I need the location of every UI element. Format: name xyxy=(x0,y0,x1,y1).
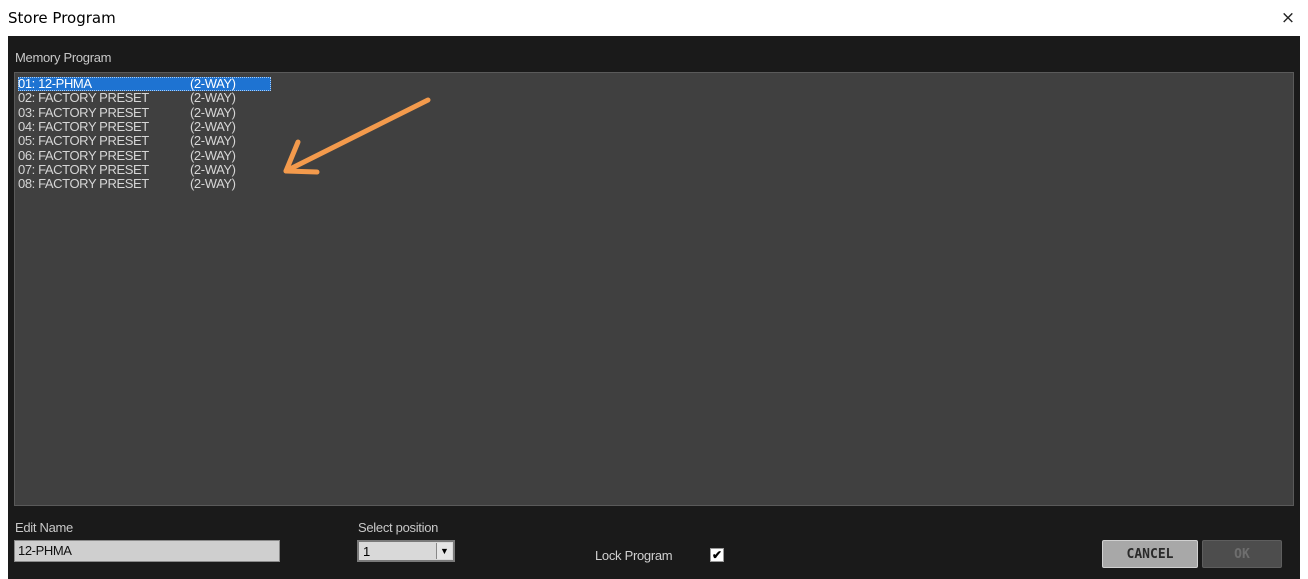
cancel-button[interactable]: CANCEL xyxy=(1102,540,1198,568)
list-item[interactable]: 06: FACTORY PRESET (2-WAY) xyxy=(18,147,236,163)
list-item[interactable]: 02: FACTORY PRESET (2-WAY) xyxy=(18,91,236,105)
program-name: 05: FACTORY PRESET xyxy=(18,133,149,149)
program-type: (2-WAY) xyxy=(190,161,236,177)
program-type: (2-WAY) xyxy=(190,133,236,149)
list-item[interactable]: 03: FACTORY PRESET (2-WAY) xyxy=(18,104,236,120)
program-name: 04: FACTORY PRESET xyxy=(18,118,149,134)
list-item[interactable]: 05: FACTORY PRESET (2-WAY) xyxy=(18,134,236,148)
memory-program-label: Memory Program xyxy=(15,50,112,65)
program-type: (2-WAY) xyxy=(190,176,236,192)
window-title: Store Program xyxy=(8,9,116,27)
select-position-label: Select position xyxy=(358,520,439,535)
program-name: 07: FACTORY PRESET xyxy=(18,161,149,177)
program-type: (2-WAY) xyxy=(190,90,236,106)
memory-program-list[interactable]: 01: 12-PHMA (2-WAY) 02: FACTORY PRESET (2-W… xyxy=(14,72,1294,506)
edit-name-label: Edit Name xyxy=(15,520,73,535)
program-name: 01: 12-PHMA xyxy=(18,76,92,91)
select-position-dropdown[interactable]: 1 ▼ xyxy=(357,540,455,562)
lock-program-checkbox[interactable]: ✔ xyxy=(710,548,724,562)
program-type: (2-WAY) xyxy=(190,76,236,91)
lock-program-label: Lock Program xyxy=(595,548,673,563)
list-item[interactable]: 08: FACTORY PRESET (2-WAY) xyxy=(18,177,236,191)
title-bar: Store Program × xyxy=(0,0,1308,36)
close-button[interactable]: × xyxy=(1268,0,1308,36)
edit-name-input[interactable]: 12-PHMA xyxy=(14,540,280,562)
program-type: (2-WAY) xyxy=(190,118,236,134)
select-position-value: 1 xyxy=(363,544,371,559)
list-item[interactable]: 07: FACTORY PRESET (2-WAY) xyxy=(18,161,236,177)
program-type: (2-WAY) xyxy=(190,104,236,120)
program-type: (2-WAY) xyxy=(190,147,236,163)
checkmark-icon: ✔ xyxy=(711,548,723,562)
program-name: 06: FACTORY PRESET xyxy=(18,147,149,163)
store-program-dialog: Memory Program 01: 12-PHMA (2-WAY) 02: FAC… xyxy=(8,36,1300,579)
list-item[interactable]: 04: FACTORY PRESET (2-WAY) xyxy=(18,118,236,134)
program-name: 02: FACTORY PRESET xyxy=(18,90,149,106)
ok-button[interactable]: OK xyxy=(1202,540,1282,568)
close-icon: × xyxy=(1280,8,1296,28)
program-name: 03: FACTORY PRESET xyxy=(18,104,149,120)
program-name: 08: FACTORY PRESET xyxy=(18,176,149,192)
list-item[interactable]: 01: 12-PHMA (2-WAY) xyxy=(18,77,271,91)
chevron-down-icon[interactable]: ▼ xyxy=(436,543,452,559)
